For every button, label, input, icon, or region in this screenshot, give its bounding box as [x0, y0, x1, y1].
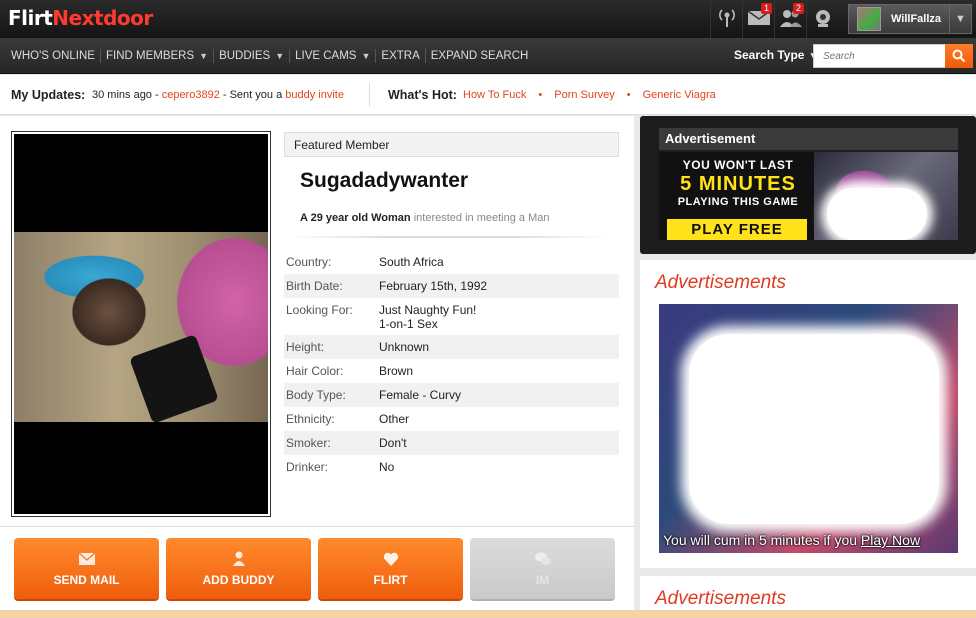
- nav-item-extra[interactable]: EXTRA: [376, 49, 426, 63]
- detail-row: Looking For: Just Naughty Fun! 1-on-1 Sex: [284, 298, 619, 335]
- detail-value: Female - Curvy: [379, 388, 462, 402]
- featured-member-label: Featured Member: [284, 132, 619, 157]
- hot-links: How To Fuck • Porn Survey • Generic Viagra: [463, 89, 716, 101]
- hot-link[interactable]: Generic Viagra: [643, 89, 716, 101]
- ad-title: Advertisements: [655, 272, 786, 293]
- detail-label: Country:: [286, 255, 332, 269]
- detail-value: Brown: [379, 364, 414, 378]
- nav-items: WHO'S ONLINE FIND MEMBERS ▼ BUDDIES ▼ LIVE CA…: [6, 38, 533, 74]
- advertisement-box: Advertisement YOU WON'T LAST 5 MINUTES P…: [640, 116, 976, 254]
- ad-title: Advertisements: [655, 588, 786, 609]
- nav-item-find-members[interactable]: FIND MEMBERS ▼: [101, 49, 215, 63]
- nav-item-who-s-online[interactable]: WHO'S ONLINE: [6, 49, 101, 63]
- buddies-button[interactable]: 2: [774, 0, 806, 38]
- detail-row: Ethnicity: Other: [284, 407, 619, 431]
- updates-bar: My Updates: 30 mins ago - cepero3892 - S…: [0, 75, 976, 115]
- avatar: [857, 7, 881, 31]
- search-input[interactable]: [813, 44, 947, 68]
- detail-row: Smoker: Don't: [284, 431, 619, 455]
- detail-value: Other: [379, 412, 410, 426]
- broadcast-icon: [717, 7, 737, 32]
- caret-down-icon: ▼: [361, 51, 371, 61]
- play-now-link[interactable]: Play Now: [861, 532, 920, 548]
- heart-icon: [383, 551, 399, 567]
- ad-caption: You will cum in 5 minutes if you Play No…: [663, 532, 921, 548]
- bullet-icon: •: [538, 89, 543, 101]
- detail-row: Drinker: No: [284, 455, 619, 479]
- nav-item-live-cams[interactable]: LIVE CAMS ▼: [290, 49, 377, 63]
- member-name: Sugadadywanter: [300, 169, 469, 192]
- play-free-button[interactable]: PLAY FREE: [667, 219, 807, 240]
- user-menu[interactable]: WillFallza ▼: [848, 4, 972, 34]
- detail-label: Looking For:: [286, 303, 353, 317]
- bullet-icon: •: [626, 89, 631, 101]
- detail-label: Ethnicity:: [286, 412, 335, 426]
- detail-label: Hair Color:: [286, 364, 344, 378]
- username: WillFallza: [891, 13, 942, 25]
- notification-badge: 2: [792, 3, 804, 14]
- detail-value: February 15th, 1992: [379, 279, 488, 293]
- ad-header: Advertisement: [659, 128, 958, 150]
- detail-label: Body Type:: [286, 388, 346, 402]
- divider: [0, 526, 634, 527]
- nav-item-buddies[interactable]: BUDDIES ▼: [214, 49, 291, 63]
- top-bar: FlirtNextdoor 12 WillFallza ▼: [0, 0, 976, 38]
- update-user-link[interactable]: cepero3892: [162, 89, 220, 101]
- envelope-icon: [78, 551, 95, 567]
- divider: [369, 83, 370, 107]
- notification-badge: 1: [760, 3, 772, 14]
- profile-photo[interactable]: [11, 131, 271, 517]
- flirt-button[interactable]: FLIRT: [318, 538, 463, 599]
- member-subtitle: A 29 year old Woman interested in meetin…: [300, 212, 550, 224]
- whats-hot-label: What's Hot:: [388, 88, 457, 102]
- detail-value: South Africa: [379, 255, 444, 269]
- detail-row: Height: Unknown: [284, 335, 619, 359]
- nav-item-expand-search[interactable]: EXPAND SEARCH: [426, 49, 534, 63]
- top-icons: 12: [710, 0, 838, 38]
- update-text: 30 mins ago - cepero3892 - Sent you a bu…: [92, 89, 344, 101]
- ad-banner[interactable]: YOU WON'T LAST 5 MINUTES PLAYING THIS GA…: [659, 152, 958, 240]
- divider: [290, 236, 610, 238]
- hot-link[interactable]: How To Fuck: [463, 89, 526, 101]
- buddy-invite-link[interactable]: buddy invite: [285, 89, 344, 101]
- profile-panel: Featured Member Sugadadywanter A 29 year…: [0, 116, 634, 618]
- broadcast-button[interactable]: [710, 0, 742, 38]
- detail-row: Body Type: Female - Curvy: [284, 383, 619, 407]
- chevron-down-icon[interactable]: ▼: [949, 5, 971, 33]
- caret-down-icon: ▼: [275, 51, 285, 61]
- detail-row: Hair Color: Brown: [284, 359, 619, 383]
- detail-label: Smoker:: [286, 436, 331, 450]
- detail-label: Birth Date:: [286, 279, 343, 293]
- detail-label: Height:: [286, 340, 325, 354]
- profile-actions: SEND MAIL ADD BUDDY FLIRT IM: [14, 538, 622, 599]
- site-logo[interactable]: FlirtNextdoor: [8, 6, 153, 30]
- person-icon: [232, 551, 245, 567]
- detail-value: No: [379, 460, 395, 474]
- detail-value: Don't: [379, 436, 407, 450]
- search-type-dropdown[interactable]: Search Type▼: [734, 48, 818, 62]
- detail-label: Drinker:: [286, 460, 329, 474]
- search-button[interactable]: [945, 44, 973, 68]
- add-buddy-button[interactable]: ADD BUDDY: [166, 538, 311, 599]
- im-button[interactable]: IM: [470, 538, 615, 599]
- detail-value: Just Naughty Fun! 1-on-1 Sex: [379, 303, 477, 331]
- profile-details: Country: South Africa Birth Date: February …: [284, 250, 619, 479]
- search-icon: [952, 49, 966, 63]
- ad-image[interactable]: You will cum in 5 minutes if you Play No…: [659, 304, 958, 553]
- bottom-strip: [0, 610, 976, 618]
- detail-row: Birth Date: February 15th, 1992: [284, 274, 619, 298]
- my-updates-label: My Updates:: [11, 88, 86, 102]
- hot-link[interactable]: Porn Survey: [554, 89, 615, 101]
- webcam-icon: [813, 8, 833, 31]
- detail-value: Unknown: [379, 340, 430, 354]
- advertisements-box: Advertisements You will cum in 5 minutes…: [640, 260, 976, 568]
- chat-icon: [534, 551, 551, 567]
- send-mail-button[interactable]: SEND MAIL: [14, 538, 159, 599]
- webcam-button[interactable]: [806, 0, 838, 38]
- caret-down-icon: ▼: [199, 51, 209, 61]
- mail-button[interactable]: 1: [742, 0, 774, 38]
- detail-row: Country: South Africa: [284, 250, 619, 274]
